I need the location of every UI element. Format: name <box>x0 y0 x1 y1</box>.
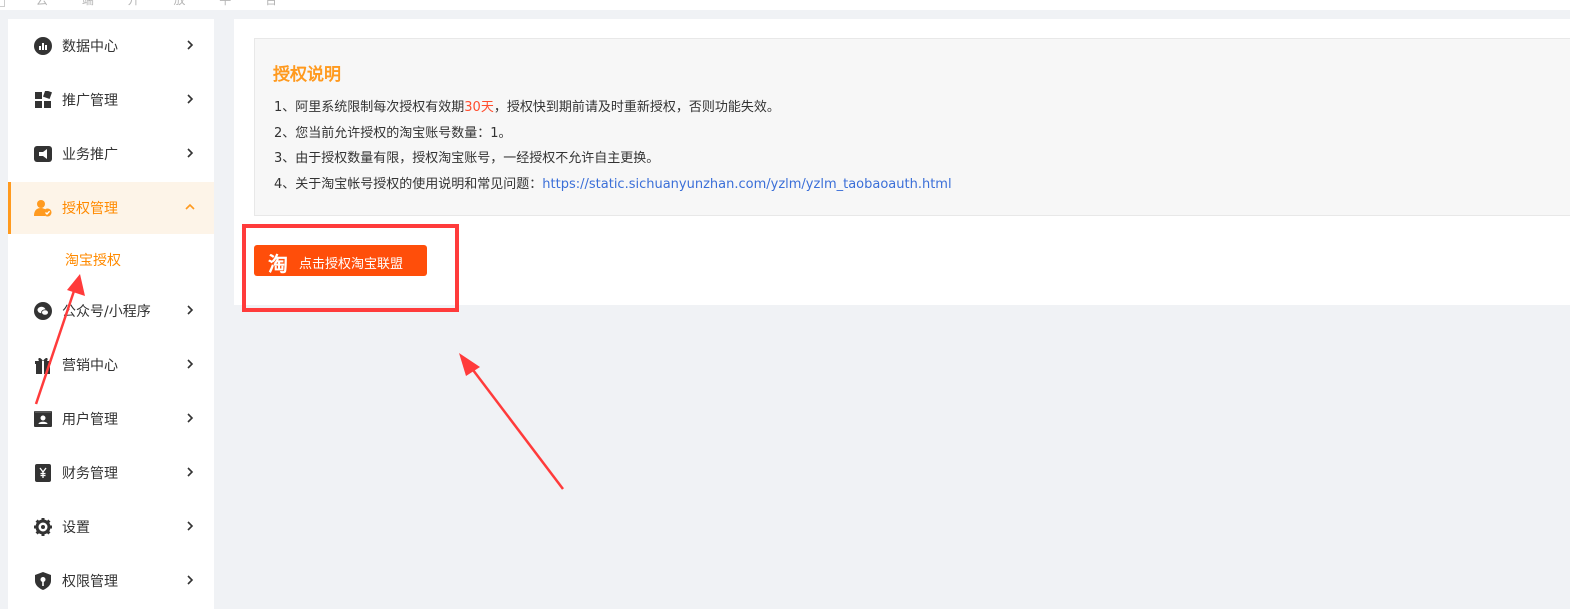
user-card-icon <box>34 411 52 427</box>
notice-title: 授权说明 <box>273 65 341 85</box>
top-bar: 云 端 开 放 平 台 <box>0 0 1570 10</box>
chevron-right-icon <box>187 413 194 423</box>
chevron-right-icon <box>187 467 194 477</box>
sidebar-item-label: 推广管理 <box>62 93 118 109</box>
sidebar-item-finance-management[interactable]: 财务管理 <box>8 447 214 499</box>
grid-icon <box>35 91 52 108</box>
chevron-right-icon <box>187 521 194 531</box>
sidebar-item-label: 设置 <box>62 520 90 536</box>
user-check-icon <box>34 200 52 217</box>
taobao-icon: 淘 <box>268 252 288 276</box>
chevron-right-icon <box>187 94 194 104</box>
authorize-taobao-alliance-button[interactable]: 淘 点击授权淘宝联盟 <box>254 245 427 276</box>
notice-line-3: 3、由于授权数量有限，授权淘宝账号，一经授权不允许自主更换。 <box>274 151 660 166</box>
authorize-button-label: 点击授权淘宝联盟 <box>299 257 404 272</box>
chart-icon <box>34 37 52 55</box>
shield-icon <box>35 572 51 590</box>
sidebar-item-label: 权限管理 <box>62 574 118 590</box>
gift-icon <box>35 357 51 374</box>
chevron-right-icon <box>187 148 194 158</box>
chevron-right-icon <box>187 359 194 369</box>
submenu-item-taobao-authorization[interactable]: 淘宝授权 <box>65 250 121 270</box>
notice-line-4-text: 4、关于淘宝帐号授权的使用说明和常见问题： <box>274 177 543 192</box>
gear-icon <box>34 518 52 536</box>
sidebar-item-label: 数据中心 <box>62 39 118 55</box>
sidebar-item-label: 业务推广 <box>62 147 118 163</box>
brand-text: 云 端 开 放 平 台 <box>36 0 293 7</box>
sidebar-item-data-center[interactable]: 数据中心 <box>8 20 214 72</box>
sidebar-item-label: 财务管理 <box>62 466 118 482</box>
notice-line-4: 4、关于淘宝帐号授权的使用说明和常见问题：https://static.sich… <box>274 173 952 192</box>
sidebar-item-authorization-management[interactable]: 授权管理 <box>8 182 214 234</box>
validity-period-highlight: 30天 <box>464 100 494 115</box>
sidebar-item-label: 营销中心 <box>62 358 118 374</box>
sidebar-item-user-management[interactable]: 用户管理 <box>8 393 214 445</box>
chevron-right-icon <box>187 305 194 315</box>
sidebar-item-permission-management[interactable]: 权限管理 <box>8 555 214 607</box>
sidebar-item-label: 用户管理 <box>62 412 118 428</box>
sidebar-item-marketing-center[interactable]: 营销中心 <box>8 339 214 391</box>
sidebar-item-label: 授权管理 <box>62 201 118 217</box>
sidebar-item-settings[interactable]: 设置 <box>8 501 214 553</box>
yuan-icon <box>35 464 51 482</box>
chevron-up-icon <box>185 203 195 210</box>
notice-line-1-text: 1、阿里系统限制每次授权有效期 <box>274 100 465 115</box>
chevron-right-icon <box>187 40 194 50</box>
sidebar-item-promotion-management[interactable]: 推广管理 <box>8 74 214 126</box>
sidebar-item-business-promotion[interactable]: 业务推广 <box>8 128 214 180</box>
notice-line-2: 2、您当前允许授权的淘宝账号数量：1。 <box>274 126 512 141</box>
help-doc-link[interactable]: https://static.sichuanyunzhan.com/yzlm/y… <box>542 177 951 192</box>
window-corner <box>0 0 5 7</box>
sidebar-item-wechat-mini-program[interactable]: 公众号/小程序 <box>8 285 214 337</box>
notice-line-1-tail: ，授权快到期前请及时重新授权，否则功能失效。 <box>493 100 780 115</box>
notice-line-1: 1、阿里系统限制每次授权有效期30天，授权快到期前请及时重新授权，否则功能失效。 <box>274 96 780 115</box>
chevron-right-icon <box>187 575 194 585</box>
sidebar: 数据中心 推广管理 业务推广 授权管理 淘宝授权 公众号/小程序 营销中心 用户… <box>8 19 214 609</box>
annotation-arrow-to-button <box>459 353 564 490</box>
megaphone-icon <box>34 146 52 162</box>
wechat-icon <box>34 302 52 320</box>
sidebar-item-label: 公众号/小程序 <box>62 304 151 320</box>
